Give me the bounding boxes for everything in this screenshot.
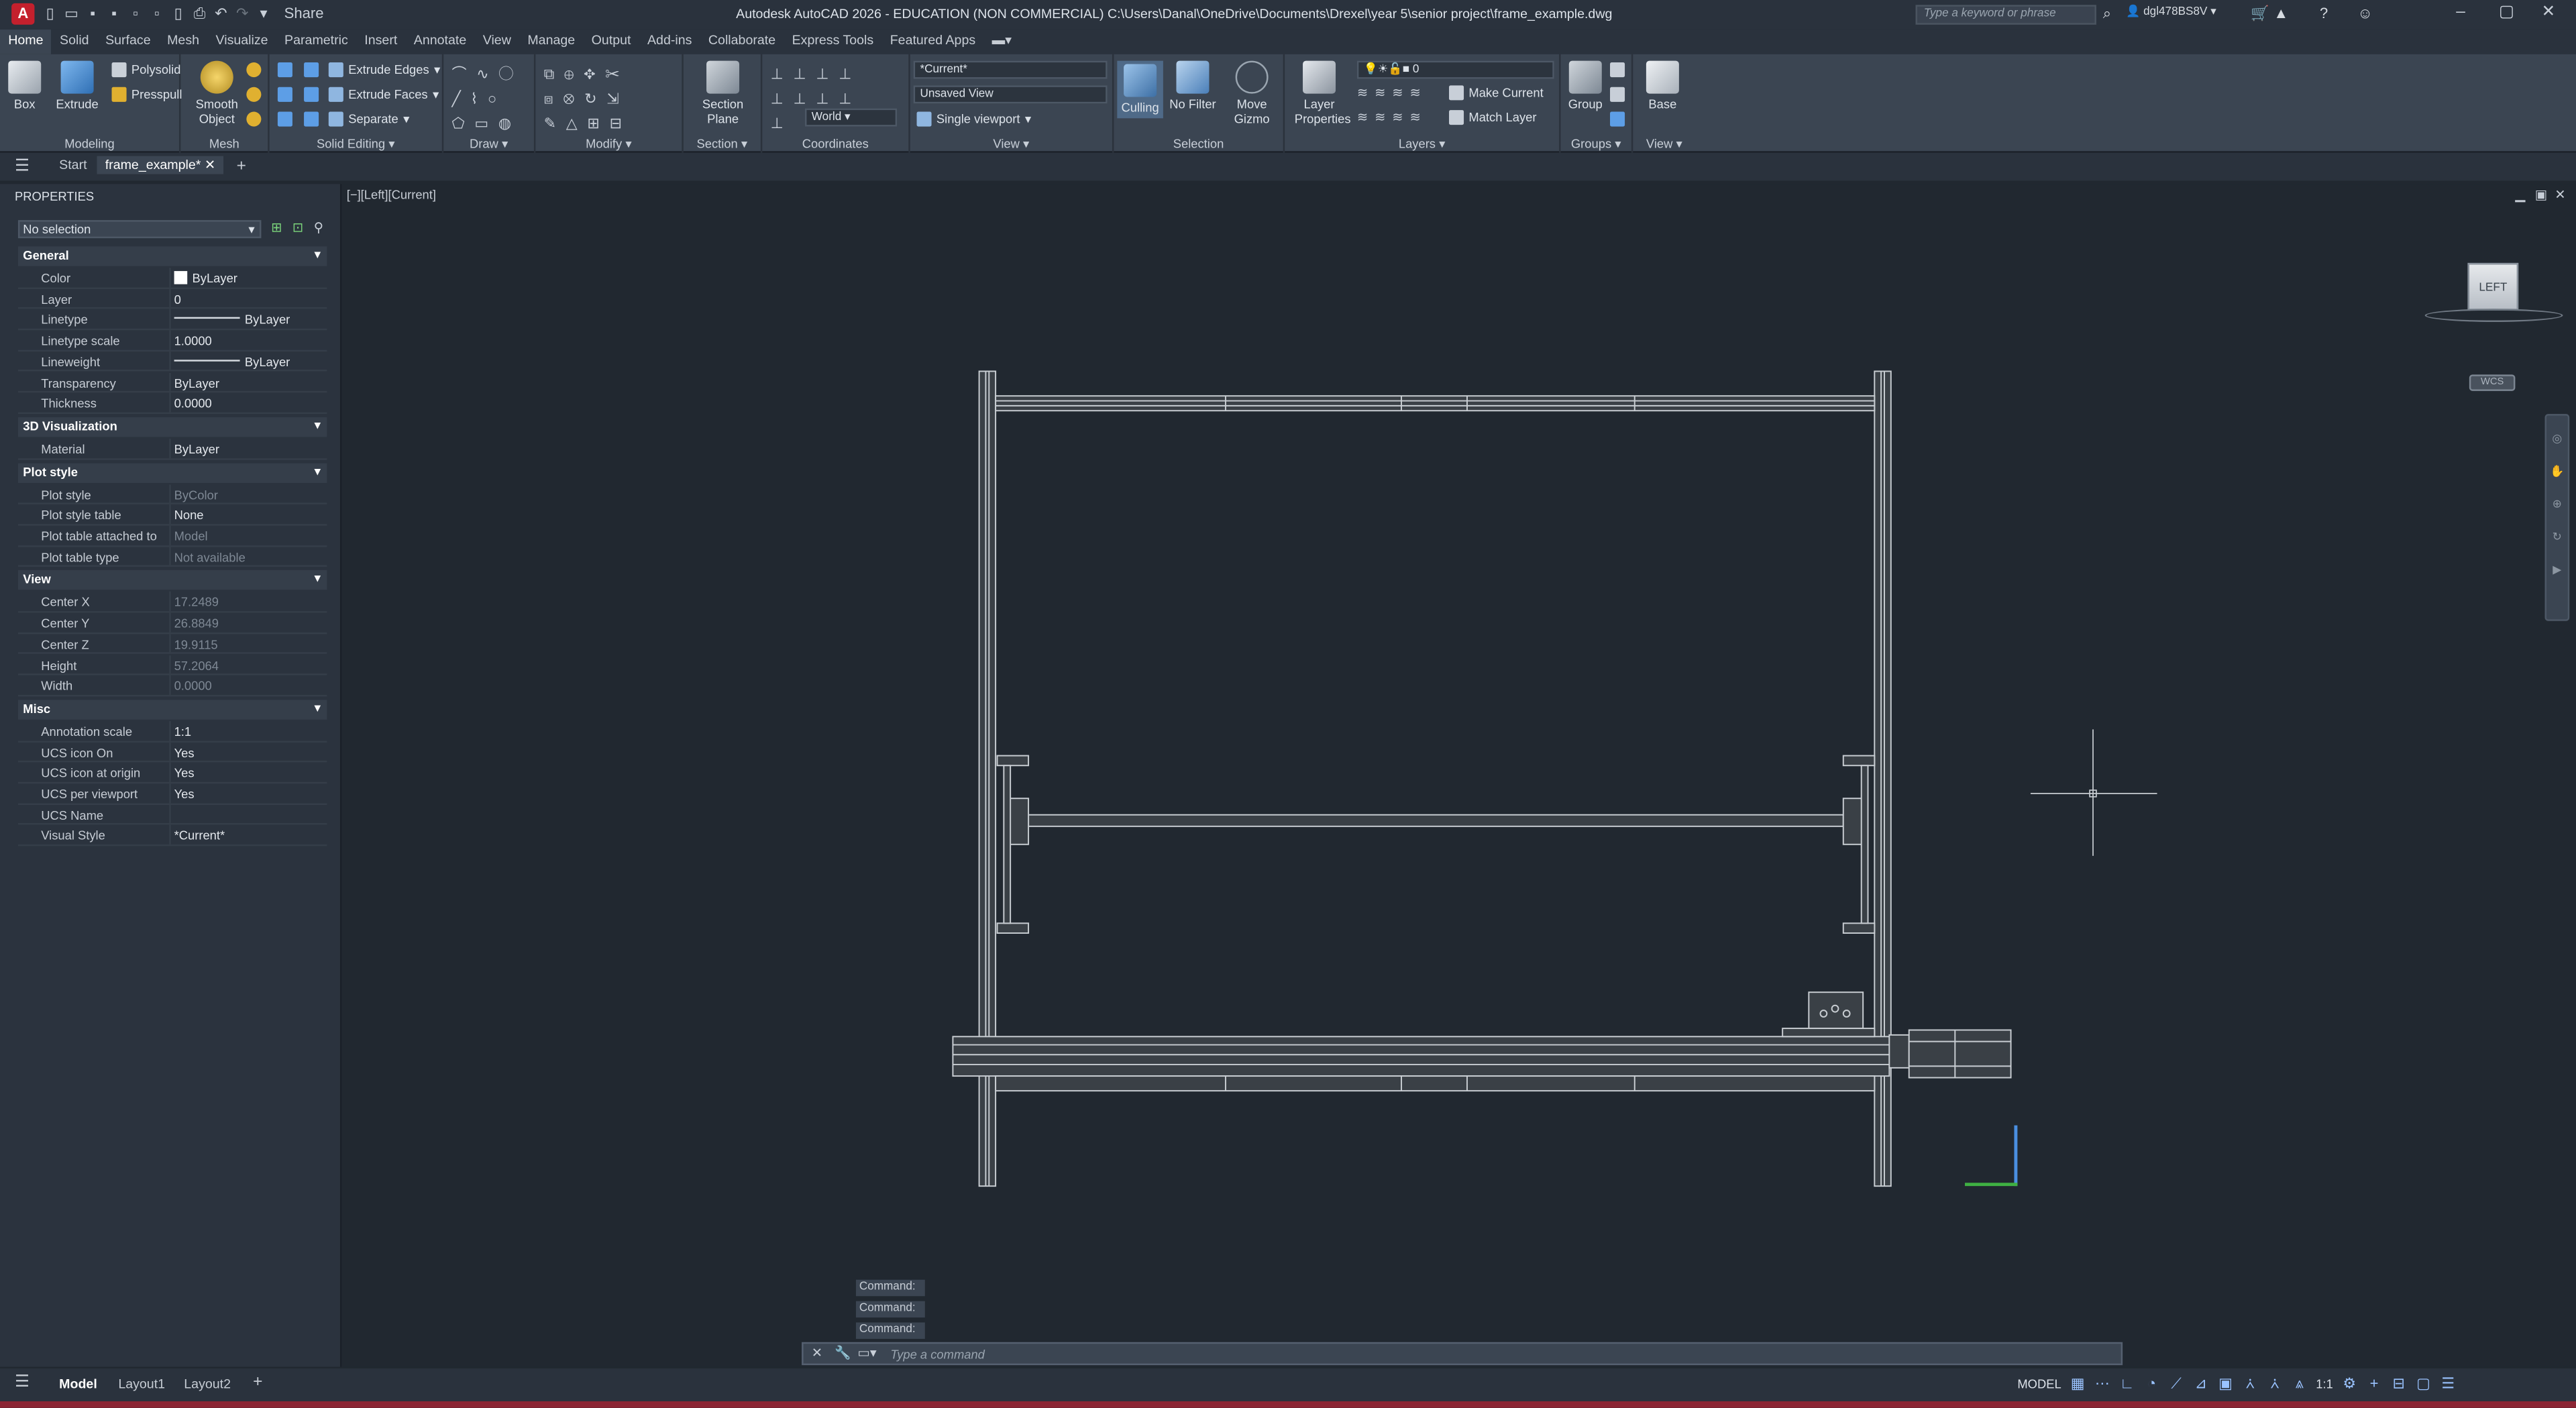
navigation-bar[interactable]: ◎ ✋ ⊕ ↻ ▶	[2544, 414, 2570, 621]
showmotion-icon[interactable]: ▶	[2546, 563, 2568, 576]
autocad-window: A ▯ ▭ ▪ ▪ ▫ ▫ ▯ ⎙ ↶ ↷ ▾ Share Autodesk A…	[0, 0, 2576, 1408]
auto-scale-icon[interactable]: ⩑	[2267, 1375, 2283, 1391]
isolate-objects-icon[interactable]: ⊟	[2391, 1375, 2407, 1391]
model-space-toggle[interactable]: MODEL	[2017, 1376, 2061, 1391]
recent-commands-icon[interactable]: ▭▾	[857, 1346, 876, 1360]
customize-icon[interactable]: 🔧	[835, 1346, 851, 1360]
bottom-accent-bar	[0, 1401, 2576, 1408]
infer-icon[interactable]: ∟	[2118, 1375, 2135, 1391]
command-input[interactable]: ✕ 🔧 ▭▾ Type a command	[802, 1342, 2123, 1366]
status-bar: ☰ Model Layout1 Layout2 + MODEL ▦ ⋯ ∟ ◔ …	[0, 1368, 2576, 1401]
customization-icon[interactable]: ☰	[2440, 1375, 2456, 1391]
steering-wheel-icon[interactable]: ◎	[2546, 432, 2568, 445]
osnap-icon[interactable]: ▣	[2217, 1375, 2233, 1391]
pan-icon[interactable]: ✋	[2546, 465, 2568, 478]
status-toggles: MODEL ▦ ⋯ ∟ ◔ ⟋ ⊿ ▣ ⩑ ⩑ ⩓ 1:1 ⚙ + ⊟ ▢ ☰	[2017, 1375, 2456, 1391]
gantry-bar[interactable]	[1028, 814, 1844, 827]
grid-icon[interactable]: ▦	[2070, 1375, 2086, 1391]
annotation-monitor-icon[interactable]: +	[2366, 1375, 2382, 1391]
wcs-menu[interactable]: WCS	[2469, 374, 2516, 391]
snap-icon[interactable]: ⋯	[2094, 1375, 2110, 1391]
isodraft-icon[interactable]: ⟋	[2168, 1375, 2184, 1391]
annotation-visibility-icon[interactable]: ⩑	[2242, 1375, 2258, 1391]
annotation-scale-icon[interactable]: ⩓	[2292, 1375, 2308, 1391]
viewcube-compass[interactable]	[2424, 309, 2563, 323]
left-carriage[interactable]	[1008, 798, 1030, 845]
clean-screen-icon[interactable]: ▢	[2415, 1375, 2431, 1391]
viewcube[interactable]: LEFT	[2467, 262, 2519, 311]
add-layout-icon[interactable]: +	[253, 1373, 262, 1391]
stepper-motor[interactable]	[1908, 1029, 2012, 1079]
close-command-icon[interactable]: ✕	[812, 1346, 822, 1360]
tab-model[interactable]: Model	[59, 1376, 97, 1391]
tab-layout2[interactable]: Layout2	[184, 1376, 231, 1391]
tab-layout1[interactable]: Layout1	[118, 1376, 165, 1391]
orbit-icon[interactable]: ↻	[2546, 531, 2568, 543]
command-history-line: Command:	[855, 1322, 925, 1339]
object-snap-tracking-icon[interactable]: ⊿	[2193, 1375, 2209, 1391]
polar-icon[interactable]: ◔	[2143, 1375, 2159, 1391]
workspace-gear-icon[interactable]: ⚙	[2341, 1375, 2357, 1391]
crosshair-cursor	[2030, 729, 2157, 856]
cad-drawing	[952, 370, 2157, 1187]
command-history-line: Command:	[855, 1279, 925, 1297]
bottom-rail[interactable]	[952, 1036, 1890, 1077]
command-history-line: Command:	[855, 1301, 925, 1318]
right-carriage[interactable]	[1842, 798, 1864, 845]
top-crossbar[interactable]	[995, 395, 1876, 412]
layout-menu-icon[interactable]: ☰	[15, 1373, 30, 1391]
scale-dropdown[interactable]: 1:1	[2316, 1376, 2333, 1391]
ucs-icon	[1965, 1125, 2018, 1187]
command-placeholder: Type a command	[890, 1347, 985, 1362]
zoom-icon[interactable]: ⊕	[2546, 498, 2568, 510]
